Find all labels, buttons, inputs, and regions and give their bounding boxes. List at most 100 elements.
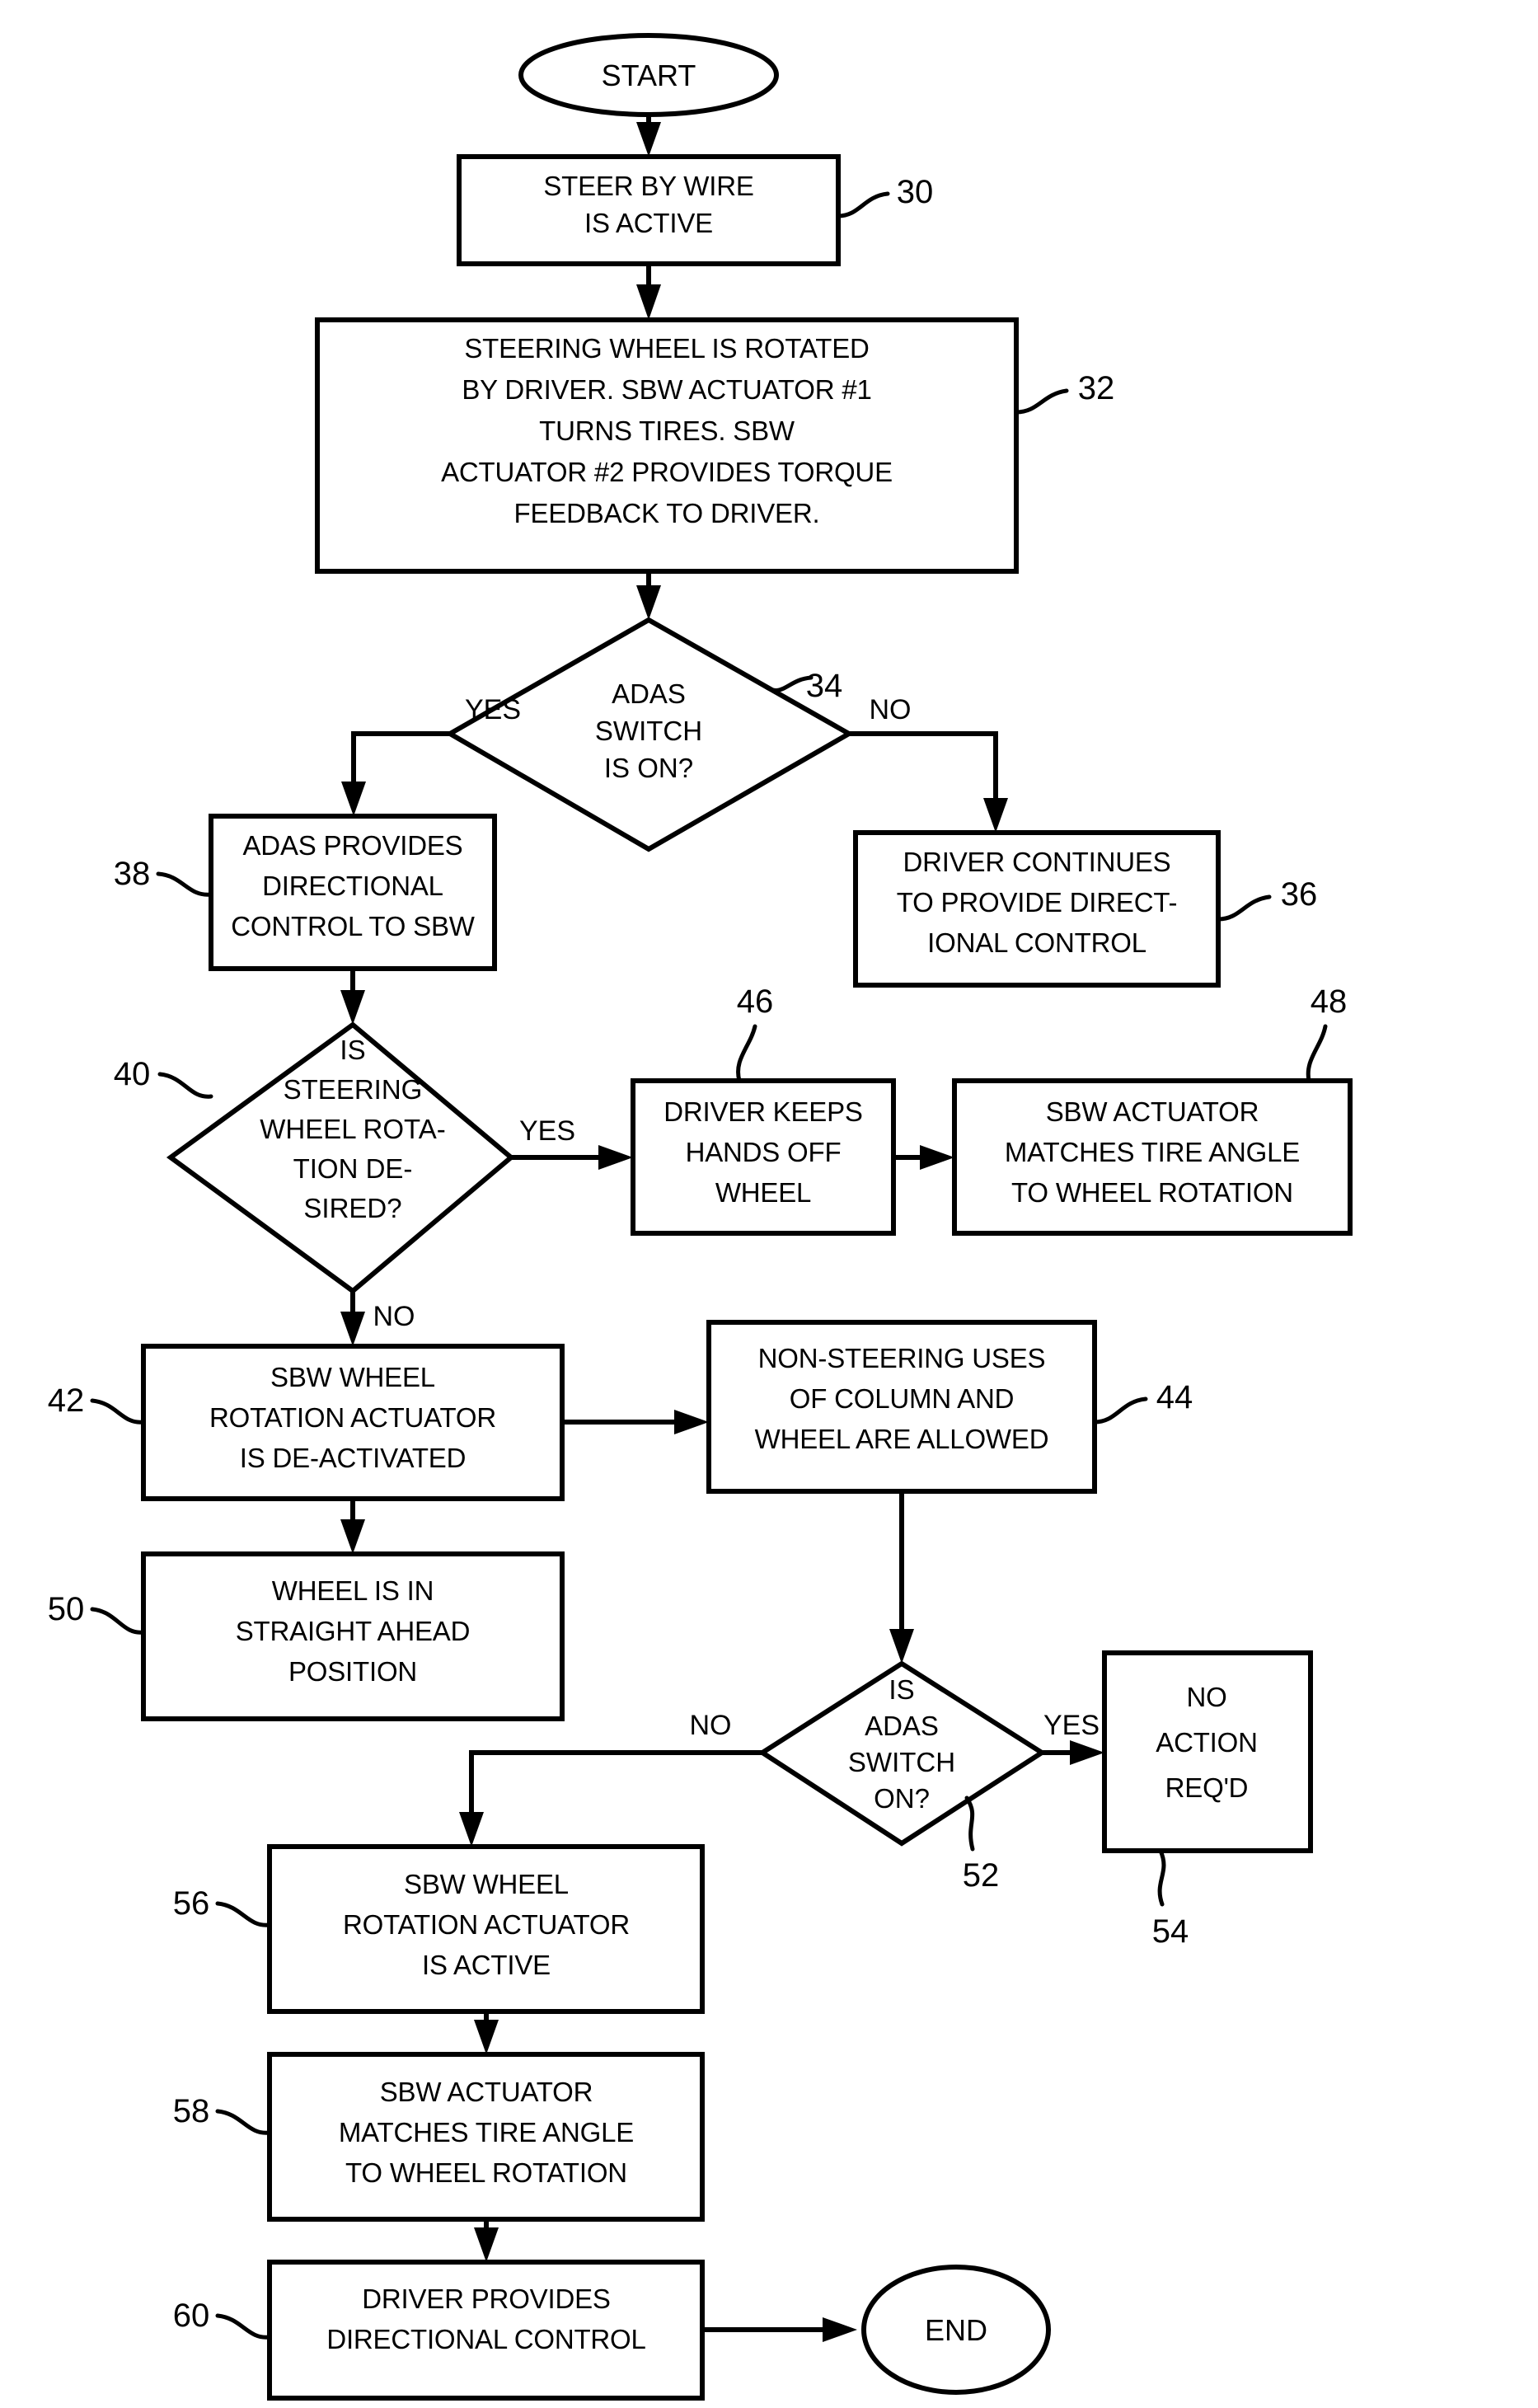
process-box-54-line-0: NO [1186, 1682, 1226, 1712]
decision-40-line-3: TION DE- [293, 1153, 413, 1184]
ref-number-40: 40 [114, 1056, 151, 1092]
process-box-30-line-1: IS ACTIVE [584, 208, 713, 238]
process-box-50-line-0: WHEEL IS IN [272, 1575, 434, 1606]
leader-46: 46 [736, 983, 774, 1083]
connector-58-to-60 [474, 2219, 499, 2262]
ref-number-30: 30 [897, 174, 934, 210]
terminal-end-label: END [925, 2313, 987, 2347]
ref-number-44: 44 [1156, 1379, 1193, 1415]
process-box-56-line-2: IS ACTIVE [422, 1950, 551, 1980]
decision-34-line-0: ADAS [612, 678, 686, 709]
process-box-30-line-0: STEER BY WIRE [543, 171, 753, 201]
process-box-44-line-0: NON-STEERING USES [758, 1343, 1046, 1373]
leader-56: 56 [173, 1885, 272, 1927]
process-box-48-line-0: SBW ACTUATOR [1046, 1096, 1259, 1127]
process-box-60-line-0: DRIVER PROVIDES [362, 2284, 610, 2314]
decision-40-line-1: STEERING [284, 1074, 423, 1105]
connector-56-to-58 [474, 2011, 499, 2054]
process-box-32-line-4: FEEDBACK TO DRIVER. [514, 498, 820, 528]
ref-number-48: 48 [1311, 983, 1348, 1020]
process-box-36-line-0: DRIVER CONTINUES [903, 847, 1171, 877]
decision-diamond-34: ADAS SWITCH IS ON? [444, 617, 855, 852]
ref-number-50: 50 [48, 1591, 85, 1627]
process-box-32-line-3: ACTUATOR #2 PROVIDES TORQUE [441, 457, 893, 487]
process-box-50-line-2: POSITION [288, 1656, 417, 1687]
edge-label-52-no: NO [690, 1710, 732, 1741]
decision-diamond-52: IS ADAS SWITCH ON? [757, 1660, 1047, 1847]
connector-38-to-40 [340, 969, 365, 1025]
process-box-38-line-1: DIRECTIONAL [262, 871, 443, 901]
decision-40-line-2: WHEEL ROTA- [260, 1114, 446, 1144]
edge-label-40-yes: YES [519, 1115, 575, 1147]
edge-label-52-yes: YES [1043, 1710, 1100, 1741]
connector-34-no-to-36: NO [849, 694, 1008, 833]
ref-number-60: 60 [173, 2298, 210, 2334]
flowchart-canvas: START STEER BY WIRE IS ACTIVE 30 STEERIN… [48, 33, 1353, 2401]
leader-60: 60 [173, 2298, 272, 2340]
leader-44: 44 [1092, 1379, 1193, 1425]
process-box-56: SBW WHEEL ROTATION ACTUATOR IS ACTIVE [267, 1844, 705, 2014]
patent-figure-sheet: START STEER BY WIRE IS ACTIVE 30 STEERIN… [0, 0, 1538, 2408]
edge-label-34-yes: YES [465, 694, 521, 725]
leader-48: 48 [1306, 983, 1348, 1083]
connector-42-to-44 [562, 1410, 709, 1434]
decision-52-line-2: SWITCH [848, 1747, 955, 1777]
connector-60-to-end [702, 2317, 857, 2342]
edge-label-40-no: NO [373, 1301, 415, 1332]
process-box-54-line-1: ACTION [1156, 1727, 1257, 1758]
process-box-42-line-0: SBW WHEEL [270, 1362, 435, 1392]
process-box-46-line-1: HANDS OFF [686, 1137, 842, 1167]
process-box-58-line-2: TO WHEEL ROTATION [345, 2157, 627, 2188]
process-box-46: DRIVER KEEPS HANDS OFF WHEEL [631, 1078, 896, 1236]
leader-58: 58 [173, 2093, 272, 2135]
decision-52-line-1: ADAS [865, 1711, 939, 1741]
leader-32: 32 [1014, 370, 1115, 415]
leader-42: 42 [48, 1382, 146, 1425]
process-box-42-line-2: IS DE-ACTIVATED [240, 1443, 466, 1473]
connector-40-yes-to-46: YES [511, 1115, 633, 1170]
connector-46-to-48 [893, 1145, 954, 1170]
ref-number-42: 42 [48, 1382, 85, 1419]
ref-number-58: 58 [173, 2093, 210, 2129]
process-box-32-line-0: STEERING WHEEL IS ROTATED [464, 333, 869, 364]
process-box-38: ADAS PROVIDES DIRECTIONAL CONTROL TO SBW [209, 814, 497, 971]
leader-50: 50 [48, 1591, 146, 1635]
leader-36: 36 [1216, 876, 1317, 922]
process-box-54: NO ACTION REQ'D [1102, 1650, 1313, 1853]
process-box-56-line-1: ROTATION ACTUATOR [343, 1909, 630, 1940]
ref-number-52: 52 [963, 1857, 1000, 1894]
terminal-start-label: START [602, 59, 696, 92]
process-box-58: SBW ACTUATOR MATCHES TIRE ANGLE TO WHEEL… [267, 2052, 705, 2222]
decision-52-line-0: IS [889, 1674, 914, 1705]
process-box-50-line-1: STRAIGHT AHEAD [236, 1616, 470, 1646]
process-box-58-line-1: MATCHES TIRE ANGLE [339, 2117, 634, 2147]
terminal-end: END [861, 2265, 1051, 2395]
connector-40-no-to-42: NO [340, 1291, 415, 1346]
process-box-32-line-2: TURNS TIRES. SBW [539, 415, 795, 446]
process-box-42: SBW WHEEL ROTATION ACTUATOR IS DE-ACTIVA… [141, 1344, 565, 1501]
ref-number-34: 34 [806, 668, 843, 704]
connector-30-to-32 [636, 264, 661, 320]
ref-number-38: 38 [114, 856, 151, 892]
decision-34-line-1: SWITCH [595, 716, 702, 746]
connector-52-yes-to-54: YES [1042, 1710, 1104, 1765]
process-box-44: NON-STEERING USES OF COLUMN AND WHEEL AR… [706, 1320, 1097, 1494]
process-box-60-line-1: DIRECTIONAL CONTROL [326, 2324, 645, 2354]
process-box-48: SBW ACTUATOR MATCHES TIRE ANGLE TO WHEEL… [952, 1078, 1353, 1236]
process-box-60: DRIVER PROVIDES DIRECTIONAL CONTROL [267, 2260, 705, 2401]
decision-52-line-3: ON? [874, 1783, 930, 1814]
process-box-38-line-2: CONTROL TO SBW [231, 911, 476, 941]
terminal-start: START [518, 33, 779, 117]
connector-start-to-30 [636, 115, 661, 157]
ref-number-56: 56 [173, 1885, 210, 1922]
process-box-46-line-0: DRIVER KEEPS [663, 1096, 863, 1127]
process-box-36-line-2: IONAL CONTROL [927, 927, 1146, 958]
process-box-56-line-0: SBW WHEEL [404, 1869, 569, 1899]
edge-label-34-no: NO [870, 694, 912, 725]
ref-number-46: 46 [737, 983, 774, 1020]
process-box-32: STEERING WHEEL IS ROTATED BY DRIVER. SBW… [315, 317, 1019, 574]
decision-diamond-40: IS STEERING WHEEL ROTA- TION DE- SIRED? [166, 1021, 515, 1294]
ref-number-32: 32 [1078, 370, 1115, 406]
decision-40-line-0: IS [340, 1035, 365, 1065]
process-box-54-line-2: REQ'D [1165, 1772, 1249, 1803]
